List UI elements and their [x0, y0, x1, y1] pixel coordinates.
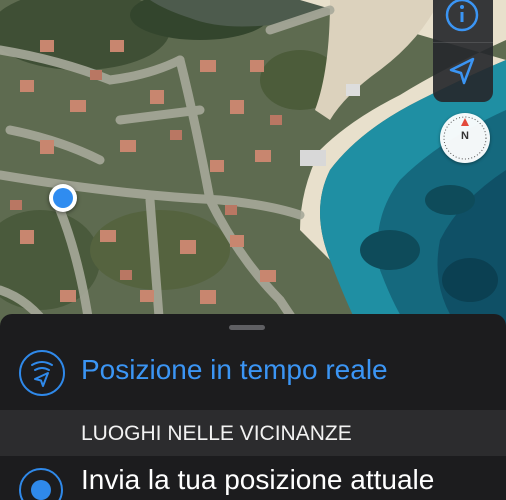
locate-me-button[interactable] — [433, 43, 493, 102]
location-arrow-icon — [449, 57, 475, 85]
live-location-glyph — [31, 361, 53, 387]
compass-north-label: N — [461, 130, 469, 142]
sheet-grabber[interactable] — [229, 325, 265, 330]
map-controls — [433, 0, 493, 102]
map-view[interactable]: N — [0, 0, 506, 330]
current-location-icon — [19, 468, 63, 500]
user-location-dot-icon — [49, 184, 77, 212]
live-location-label: Posizione in tempo reale — [81, 354, 388, 385]
share-location-sheet: Posizione in tempo reale LUOGHI NELLE VI… — [0, 314, 506, 500]
info-button[interactable] — [433, 0, 493, 42]
nearby-places-header: LUOGHI NELLE VICINANZE — [0, 410, 506, 456]
info-icon — [445, 0, 479, 32]
live-location-icon — [19, 350, 65, 396]
send-current-location-row[interactable]: Invia la tua posizione attuale — [0, 456, 506, 500]
send-current-location-label: Invia la tua posizione attuale — [81, 464, 435, 495]
compass-button[interactable]: N — [440, 113, 490, 163]
satellite-imagery — [0, 0, 506, 330]
live-location-row[interactable]: Posizione in tempo reale — [0, 338, 506, 408]
nearby-places-title: LUOGHI NELLE VICINANZE — [81, 422, 352, 445]
